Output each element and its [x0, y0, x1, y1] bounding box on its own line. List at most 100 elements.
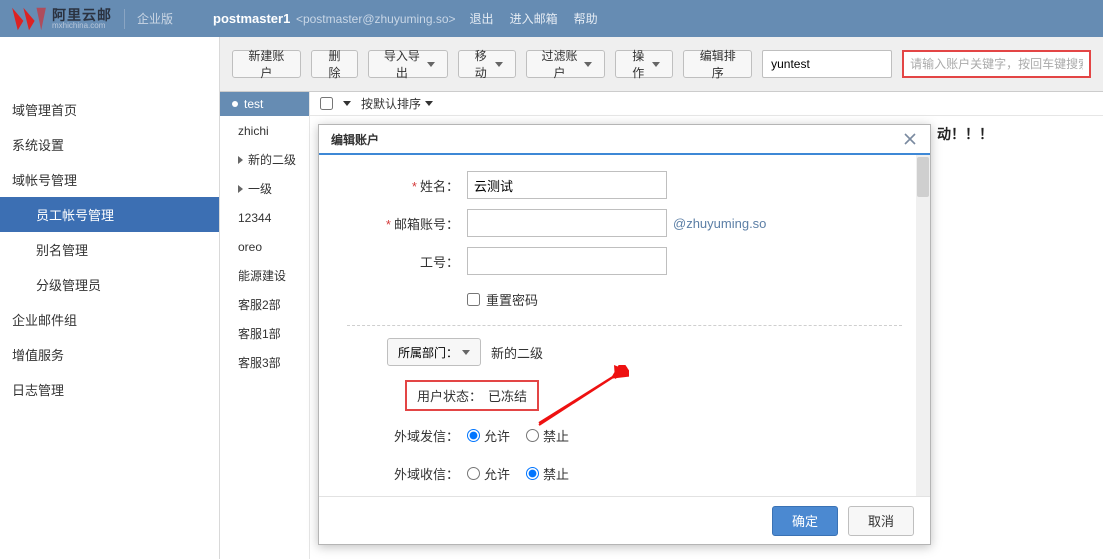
reset-password-checkbox[interactable]: 重置密码 [467, 290, 538, 309]
email-label: 邮箱账号： [394, 217, 459, 232]
chevron-down-icon [427, 62, 435, 67]
status-label: 用户状态： [417, 386, 482, 405]
edition-label: 企业版 [137, 10, 173, 27]
logo: 阿里云邮 mxhichina.com [10, 4, 112, 34]
forbid-label: 禁止 [543, 464, 569, 483]
top-links: 退出 进入邮箱 帮助 [470, 10, 598, 27]
modal-body: *姓名： *邮箱账号： @zhuyuming.so 工号： 重置密码 所属部门：… [319, 155, 930, 496]
chevron-down-icon [425, 101, 433, 106]
divider [347, 325, 902, 326]
ok-button[interactable]: 确定 [772, 506, 838, 536]
reset-password-label: 重置密码 [486, 290, 538, 309]
edit-sort-button[interactable]: 编辑排序 [683, 50, 752, 78]
tree-header-label: test [244, 97, 263, 111]
dot-icon [232, 101, 238, 107]
out-recv-allow[interactable]: 允许 [467, 464, 510, 483]
nav-mail-group[interactable]: 企业邮件组 [0, 302, 219, 337]
status-value: 已冻结 [488, 386, 527, 405]
select-all-checkbox[interactable] [320, 97, 333, 110]
tree-item-zhichi[interactable]: zhichi [220, 116, 309, 145]
close-icon[interactable] [902, 131, 918, 147]
tree-item-label: 一级 [248, 180, 272, 197]
chevron-down-icon[interactable] [343, 101, 351, 106]
delete-button[interactable]: 删除 [311, 50, 358, 78]
modal-header: 编辑账户 [319, 125, 930, 155]
out-recv-label: 外域收信： [394, 467, 459, 482]
email-input[interactable] [467, 209, 667, 237]
operate-label: 操作 [628, 47, 648, 81]
reset-password-input[interactable] [467, 293, 480, 306]
name-input[interactable] [467, 171, 667, 199]
user-status-box: 用户状态： 已冻结 [405, 380, 539, 411]
tree-header[interactable]: test [220, 92, 309, 116]
caret-right-icon [238, 156, 243, 164]
domain-suffix: @zhuyuming.so [673, 216, 766, 231]
list-header: 按默认排序 [310, 92, 1103, 116]
chevron-down-icon [462, 350, 470, 355]
sort-dropdown[interactable]: 按默认排序 [361, 95, 433, 112]
move-button[interactable]: 移动 [458, 50, 516, 78]
tree-item-energy[interactable]: 能源建设 [220, 261, 309, 290]
logo-icon [10, 4, 48, 34]
filter-button[interactable]: 过滤账户 [526, 50, 605, 78]
move-label: 移动 [471, 47, 491, 81]
out-send-forbid[interactable]: 禁止 [526, 426, 569, 445]
divider [124, 9, 125, 29]
nav-alias[interactable]: 别名管理 [0, 232, 219, 267]
left-nav: 域管理首页 系统设置 域帐号管理 员工帐号管理 别名管理 分级管理员 企业邮件组… [0, 37, 220, 559]
nav-graded-admin[interactable]: 分级管理员 [0, 267, 219, 302]
nav-domain-home[interactable]: 域管理首页 [0, 92, 219, 127]
logout-link[interactable]: 退出 [470, 10, 494, 27]
out-send-allow-radio[interactable] [467, 429, 480, 442]
tree-column: test zhichi 新的二级 一级 12344 oreo 能源建设 客服2部… [220, 92, 310, 559]
banner-text: 动！！！ [937, 124, 993, 144]
nav-value-added[interactable]: 增值服务 [0, 337, 219, 372]
out-send-allow[interactable]: 允许 [467, 426, 510, 445]
tree-item-level1[interactable]: 一级 [220, 174, 309, 203]
tree-item-12344[interactable]: 12344 [220, 203, 309, 232]
new-account-button[interactable]: 新建账户 [232, 50, 301, 78]
nav-system-settings[interactable]: 系统设置 [0, 127, 219, 162]
nav-staff-account[interactable]: 员工帐号管理 [0, 197, 219, 232]
nav-log[interactable]: 日志管理 [0, 372, 219, 407]
search-small-input[interactable] [762, 50, 892, 78]
tree-item-cs1[interactable]: 客服1部 [220, 319, 309, 348]
sort-label-text: 按默认排序 [361, 95, 421, 112]
user-name: postmaster1 <postmaster@zhuyuming.so> [213, 11, 456, 26]
cancel-button[interactable]: 取消 [848, 506, 914, 536]
import-export-button[interactable]: 导入导出 [368, 50, 447, 78]
scrollbar[interactable] [916, 155, 930, 496]
tree-item-new2[interactable]: 新的二级 [220, 145, 309, 174]
allow-label: 允许 [484, 426, 510, 445]
name-label: 姓名： [420, 179, 459, 194]
help-link[interactable]: 帮助 [574, 10, 598, 27]
import-export-label: 导入导出 [381, 47, 422, 81]
out-recv-forbid-radio[interactable] [526, 467, 539, 480]
search-main-input[interactable] [902, 50, 1091, 78]
out-recv-forbid[interactable]: 禁止 [526, 464, 569, 483]
out-send-label: 外域发信： [394, 429, 459, 444]
chevron-down-icon [495, 62, 503, 67]
jobno-label: 工号： [420, 255, 459, 270]
scrollbar-thumb[interactable] [917, 157, 929, 197]
jobno-input[interactable] [467, 247, 667, 275]
top-bar: 阿里云邮 mxhichina.com 企业版 postmaster1 <post… [0, 0, 1103, 37]
out-recv-allow-radio[interactable] [467, 467, 480, 480]
nav-domain-account[interactable]: 域帐号管理 [0, 162, 219, 197]
chevron-down-icon [652, 62, 660, 67]
enter-mail-link[interactable]: 进入邮箱 [510, 10, 558, 27]
tree-item-cs3[interactable]: 客服3部 [220, 348, 309, 377]
logo-subtext: mxhichina.com [52, 22, 112, 30]
operate-button[interactable]: 操作 [615, 50, 673, 78]
out-send-forbid-radio[interactable] [526, 429, 539, 442]
chevron-down-icon [584, 62, 592, 67]
tree-item-cs2[interactable]: 客服2部 [220, 290, 309, 319]
modal-footer: 确定 取消 [319, 496, 930, 544]
user-address: <postmaster@zhuyuming.so> [296, 12, 456, 26]
modal-title: 编辑账户 [331, 131, 379, 148]
allow-label: 允许 [484, 464, 510, 483]
department-button[interactable]: 所属部门： [387, 338, 481, 366]
edit-account-modal: 编辑账户 *姓名： *邮箱账号： @zhuyuming.so 工号： 重置密码 … [318, 124, 931, 545]
logo-text: 阿里云邮 [52, 8, 112, 22]
tree-item-oreo[interactable]: oreo [220, 232, 309, 261]
